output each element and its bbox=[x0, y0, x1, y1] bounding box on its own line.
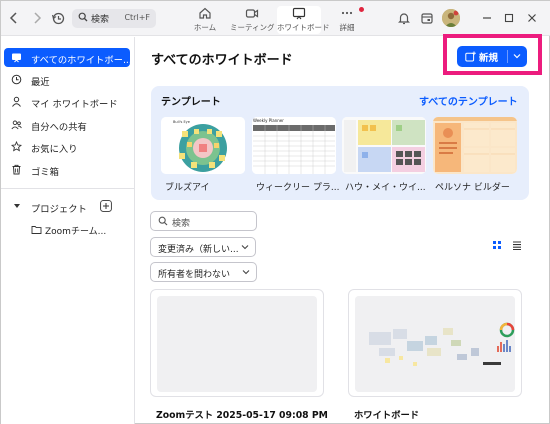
shared-users-icon bbox=[11, 120, 22, 130]
whiteboard-title: Zoomテスト 2025-05-17 09:08 PM bbox=[156, 410, 328, 421]
owner-filter-dropdown[interactable]: 所有者を問わない bbox=[150, 262, 257, 282]
template-card-weekly-planner[interactable]: Weekly Planner bbox=[252, 117, 336, 174]
sidebar-item-label: 最近 bbox=[31, 77, 50, 88]
sidebar-item-recent[interactable]: 最近 bbox=[4, 70, 130, 89]
sidebar-item-label: ゴミ箱 bbox=[31, 167, 59, 178]
tab-whiteboards[interactable]: ホワイトボード bbox=[277, 6, 330, 34]
weekly-planner-thumbnail: Weekly Planner bbox=[252, 117, 336, 174]
project-item-label: Zoomチーム... bbox=[45, 227, 107, 237]
whiteboard-card[interactable] bbox=[348, 289, 522, 397]
sidebar-item-label: お気に入り bbox=[31, 144, 78, 155]
project-item-zoom-team[interactable]: Zoomチーム... bbox=[4, 220, 130, 239]
template-caption: ハウ・メイ・ウイ... bbox=[345, 183, 426, 193]
sort-value: 変更済み（新しい... bbox=[158, 245, 239, 255]
list-view-icon[interactable] bbox=[512, 240, 522, 250]
whiteboard-card[interactable] bbox=[150, 289, 324, 397]
clock-icon bbox=[11, 74, 22, 85]
sidebar-item-label: 自分への共有 bbox=[31, 122, 87, 133]
template-caption: ペルソナ ビルダー bbox=[435, 183, 510, 193]
minimize-icon[interactable] bbox=[480, 11, 494, 25]
video-icon bbox=[245, 9, 259, 18]
sidebar-divider bbox=[1, 188, 135, 189]
see-all-templates-link[interactable]: すべてのテンプレート bbox=[419, 93, 518, 108]
template-caption: ウィークリー プラ... bbox=[256, 183, 340, 193]
template-caption: ブルズアイ bbox=[165, 183, 210, 193]
template-card-persona-builder[interactable] bbox=[433, 117, 517, 174]
tab-home[interactable]: ホーム bbox=[184, 6, 226, 34]
history-icon[interactable] bbox=[50, 10, 66, 26]
projects-label: プロジェクト bbox=[31, 204, 87, 215]
trash-icon bbox=[12, 164, 21, 175]
global-search-box[interactable]: 検索 Ctrl+F bbox=[72, 9, 156, 28]
star-icon bbox=[11, 141, 22, 152]
sidebar: すべてのホワイトボー... 最近 マイ ホワイトボード 自分への共有 お気に入り… bbox=[1, 37, 135, 424]
caret-down-icon bbox=[14, 204, 20, 208]
template-thumb-title: Weekly Planner bbox=[253, 118, 284, 123]
search-shortcut: Ctrl+F bbox=[124, 13, 150, 22]
whiteboard-title: ホワイトボード bbox=[354, 410, 420, 421]
back-arrow-icon[interactable] bbox=[6, 10, 22, 26]
tab-more-label: 詳細 bbox=[339, 23, 355, 32]
tab-whiteboards-label: ホワイトボード bbox=[277, 23, 330, 32]
template-thumb-title: Bull's Eye bbox=[173, 120, 190, 124]
sidebar-item-label: すべてのホワイトボー... bbox=[31, 55, 132, 66]
whiteboard-preview-image bbox=[355, 296, 515, 392]
person-icon bbox=[12, 96, 21, 107]
how-might-we-thumbnail bbox=[342, 117, 426, 174]
page-title: すべてのホワイトボード bbox=[151, 53, 293, 68]
notification-dot bbox=[359, 7, 364, 12]
projects-section-header[interactable]: プロジェクト bbox=[4, 197, 130, 216]
sidebar-item-favorites[interactable]: お気に入り bbox=[4, 137, 130, 156]
app-window: 検索 Ctrl+F ホーム ミーティング ホワイトボード 詳細 すべてのホワイト… bbox=[0, 0, 550, 424]
title-bar: 検索 Ctrl+F ホーム ミーティング ホワイトボード 詳細 bbox=[1, 1, 550, 36]
calendar-icon[interactable] bbox=[419, 10, 435, 26]
folder-icon bbox=[31, 226, 42, 234]
sidebar-item-shared-with-me[interactable]: 自分への共有 bbox=[4, 115, 130, 134]
maximize-icon[interactable] bbox=[502, 11, 516, 25]
bullseye-thumbnail: Bull's Eye bbox=[161, 117, 245, 174]
whiteboard-thumbnail bbox=[157, 296, 317, 392]
bell-icon[interactable] bbox=[396, 10, 412, 26]
tab-home-label: ホーム bbox=[193, 23, 217, 32]
whiteboard-icon bbox=[12, 53, 21, 63]
search-label: 検索 bbox=[91, 15, 110, 25]
search-icon bbox=[78, 12, 88, 22]
forward-arrow-icon[interactable] bbox=[29, 10, 45, 26]
search-icon bbox=[158, 216, 168, 226]
sidebar-item-trash[interactable]: ゴミ箱 bbox=[4, 160, 130, 179]
grid-view-icon[interactable] bbox=[492, 240, 502, 250]
tab-meetings[interactable]: ミーティング bbox=[230, 6, 275, 34]
sort-dropdown[interactable]: 変更済み（新しい... bbox=[150, 237, 256, 257]
chevron-down-icon bbox=[241, 245, 249, 250]
close-icon[interactable] bbox=[525, 11, 539, 25]
sidebar-item-my-whiteboards[interactable]: マイ ホワイトボード bbox=[4, 92, 130, 111]
owner-value: 所有者を問わない bbox=[158, 270, 231, 280]
whiteboard-thumbnail bbox=[355, 296, 515, 392]
template-card-how-might-we[interactable] bbox=[342, 117, 426, 174]
more-icon bbox=[341, 11, 353, 15]
chevron-down-icon bbox=[242, 270, 250, 275]
search-placeholder: 検索 bbox=[172, 219, 191, 229]
tab-meetings-label: ミーティング bbox=[230, 23, 275, 32]
avatar[interactable] bbox=[442, 9, 460, 27]
persona-builder-thumbnail bbox=[433, 117, 517, 174]
template-card-bullseye[interactable]: Bull's Eye bbox=[161, 117, 245, 174]
tab-more[interactable]: 詳細 bbox=[327, 6, 367, 34]
add-project-icon[interactable] bbox=[100, 200, 112, 212]
whiteboard-search-input[interactable]: 検索 bbox=[150, 211, 257, 231]
home-icon bbox=[199, 7, 211, 19]
sidebar-item-label: マイ ホワイトボード bbox=[31, 99, 118, 110]
sidebar-item-all-whiteboards[interactable]: すべてのホワイトボー... bbox=[4, 48, 132, 67]
whiteboard-icon bbox=[292, 7, 306, 20]
templates-heading: テンプレート bbox=[161, 97, 221, 108]
highlight-box bbox=[443, 34, 542, 75]
